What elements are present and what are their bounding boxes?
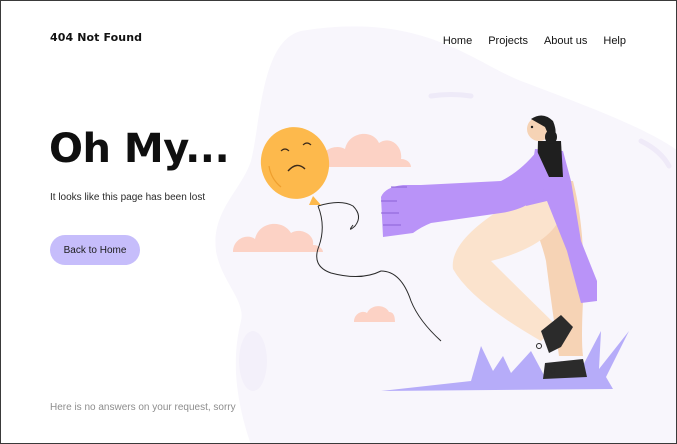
nav-link-help[interactable]: Help [603, 35, 626, 47]
brand-logo[interactable]: 404 Not Found [50, 31, 142, 44]
page-frame: 404 Not Found Home Projects About us Hel… [0, 0, 677, 444]
nav-link-about-us[interactable]: About us [544, 35, 587, 47]
nav-link-projects[interactable]: Projects [488, 35, 528, 47]
nav-link-home[interactable]: Home [443, 35, 472, 47]
backdrop-dash [428, 92, 474, 99]
page-subtitle: It looks like this page has been lost [50, 192, 206, 203]
main-nav: Home Projects About us Help [443, 35, 626, 47]
backdrop-oval [239, 331, 267, 391]
footer-note: Here is no answers on your request, sorr… [50, 402, 236, 413]
hero-illustration [215, 26, 676, 443]
page-title: Oh My... [49, 126, 230, 172]
back-to-home-button[interactable]: Back to Home [50, 235, 140, 265]
